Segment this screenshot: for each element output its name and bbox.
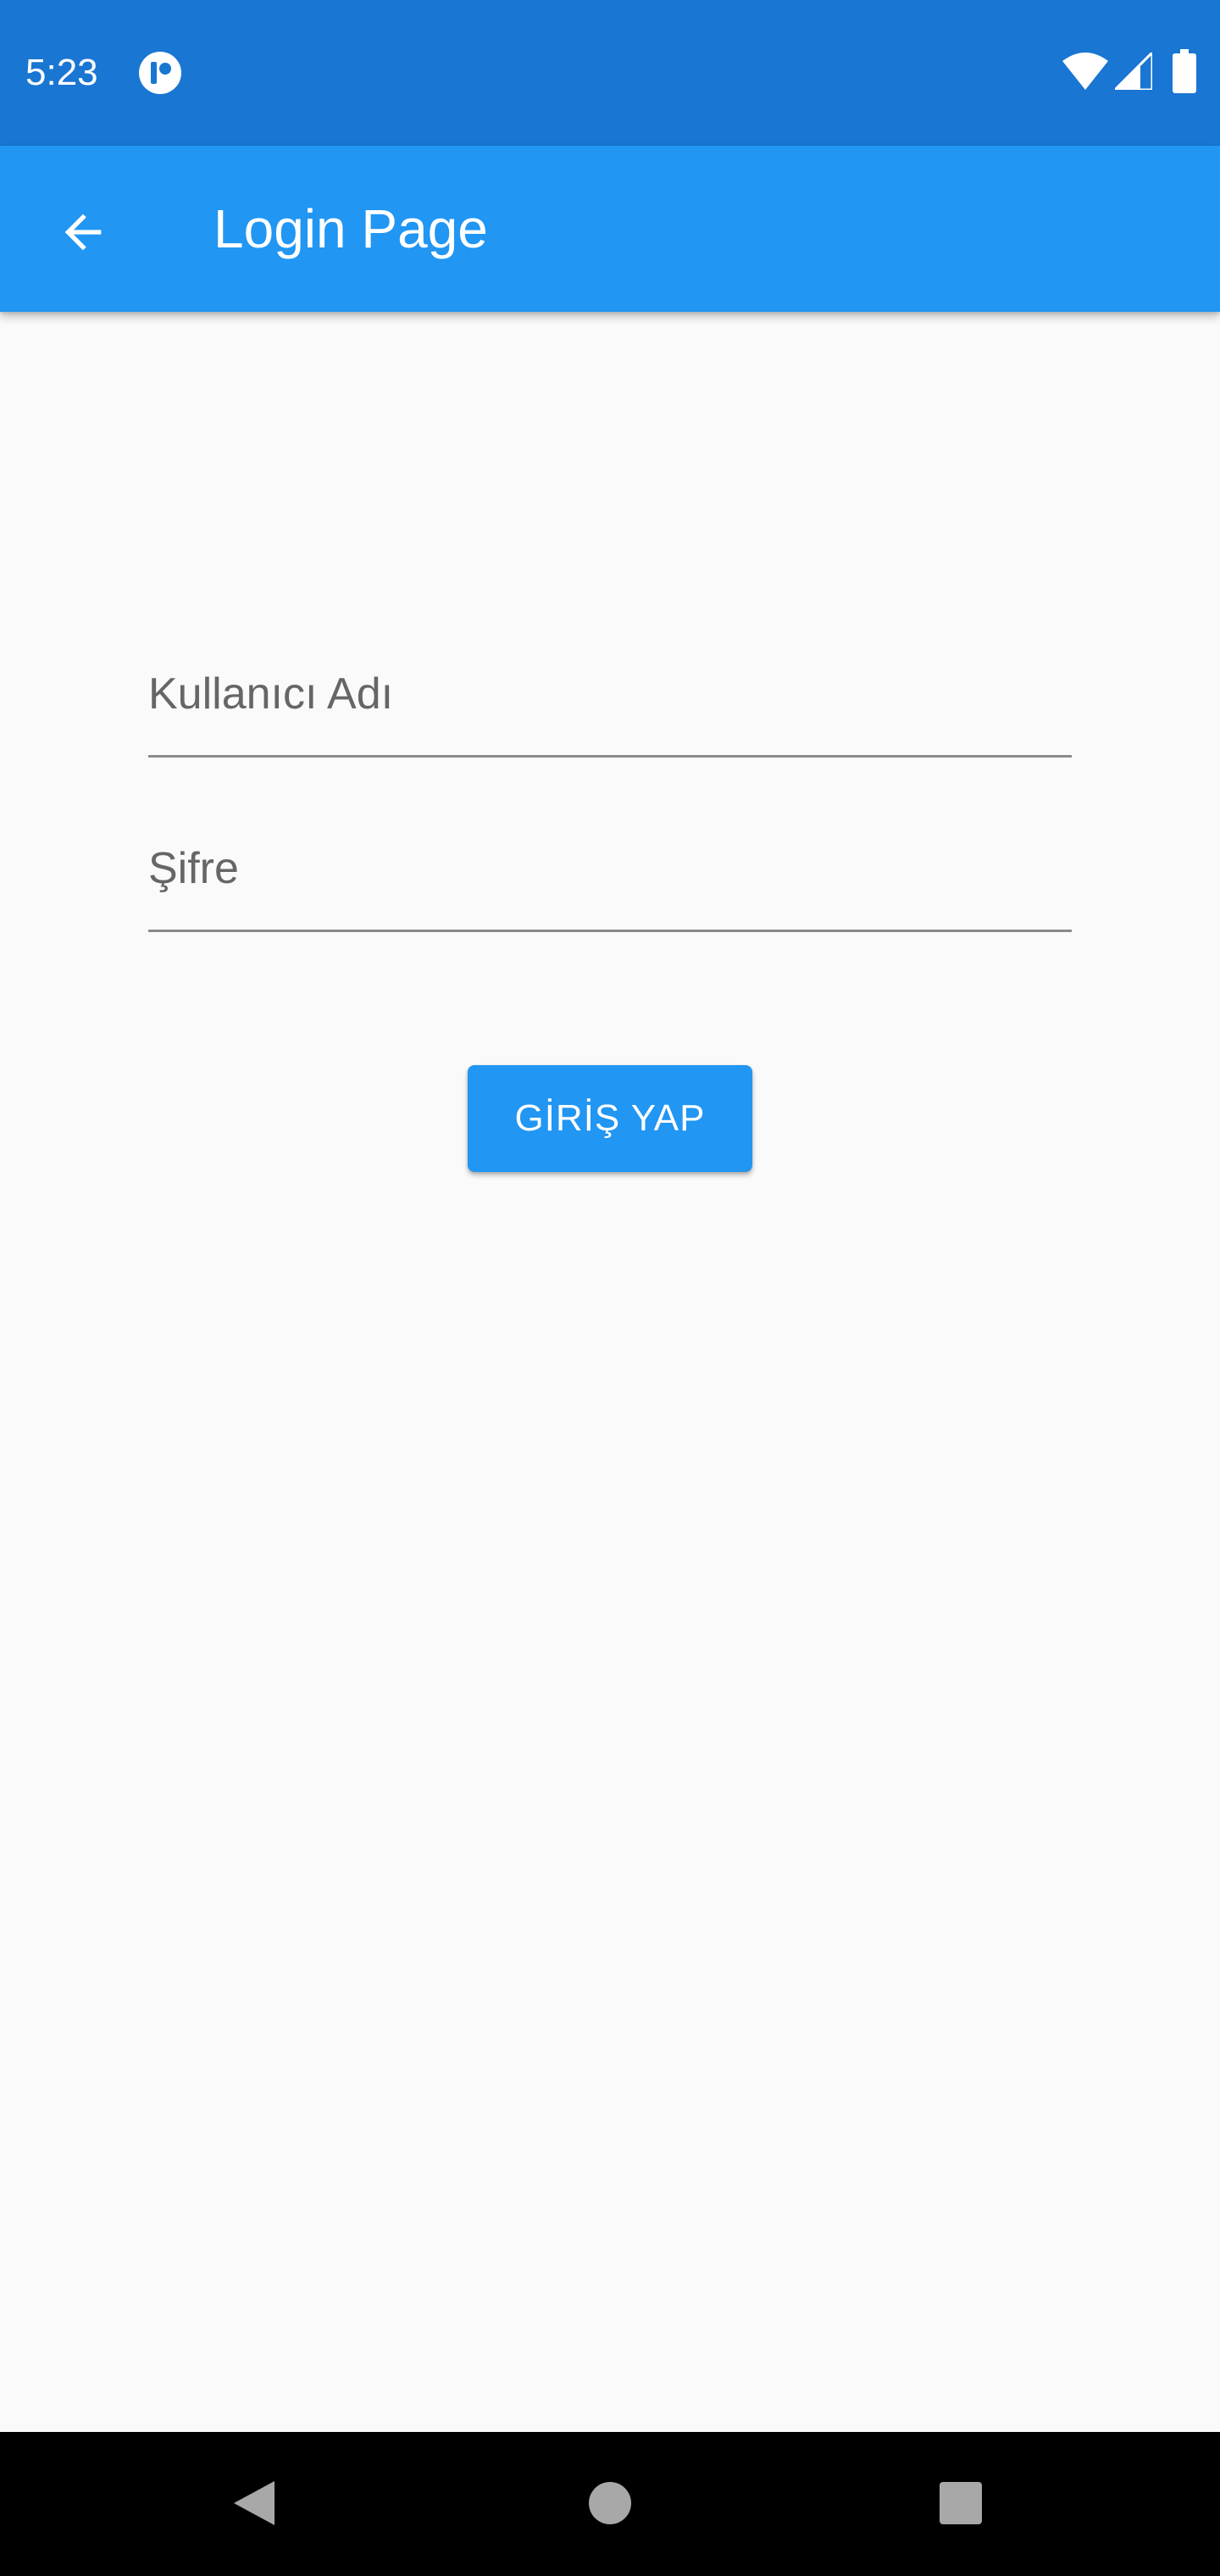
arrow-back-icon <box>64 214 102 251</box>
app-bar: Login Page <box>0 146 1220 312</box>
cellular-signal-icon <box>1115 53 1152 90</box>
nav-recents-icon[interactable] <box>939 2481 983 2525</box>
system-navigation-bar <box>0 2432 1220 2576</box>
login-button[interactable]: GİRİŞ YAP <box>468 1065 752 1172</box>
password-field[interactable]: Şifre <box>148 839 1072 932</box>
nav-home-icon[interactable] <box>588 2481 632 2525</box>
back-button[interactable] <box>39 188 127 276</box>
password-input[interactable] <box>148 839 1072 930</box>
wifi-icon <box>1062 53 1108 90</box>
status-bar: 5:23 <box>0 0 1220 146</box>
notification-app-icon <box>139 52 181 94</box>
username-field[interactable]: Kullanıcı Adı <box>148 664 1072 758</box>
status-time: 5:23 <box>25 52 98 93</box>
login-screen: 5:23 Login Page Kullanıcı Adı Şifre GİRİ… <box>0 0 1220 2576</box>
nav-back-icon[interactable] <box>227 2476 281 2530</box>
username-input[interactable] <box>148 664 1072 755</box>
battery-icon <box>1173 49 1196 93</box>
page-title: Login Page <box>214 198 488 259</box>
